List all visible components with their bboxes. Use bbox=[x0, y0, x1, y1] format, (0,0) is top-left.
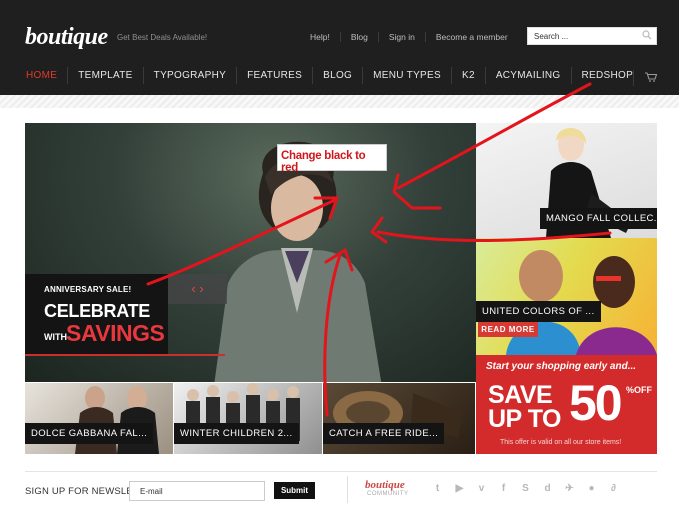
sale-note: This offer is valid on all our store ite… bbox=[500, 439, 622, 446]
nav-item-home[interactable]: HOME bbox=[16, 67, 67, 84]
slider-prev-icon[interactable]: ‹ bbox=[191, 281, 195, 296]
nav-item-template[interactable]: TEMPLATE bbox=[67, 67, 142, 84]
nav-item-k2[interactable]: K2 bbox=[450, 67, 485, 84]
facebook-icon[interactable]: f bbox=[496, 482, 511, 496]
sale-save-text: SAVE UP TO bbox=[488, 381, 562, 433]
promo-underline bbox=[25, 354, 225, 356]
site-logo[interactable]: boutique bbox=[25, 24, 108, 51]
main-nav: HOME TEMPLATE TYPOGRAPHY FEATURES BLOG M… bbox=[16, 67, 643, 84]
thumb-free-ride[interactable]: CATCH A FREE RIDE... bbox=[323, 383, 475, 454]
thumb-dolce-gabbana[interactable]: DOLCE GABBANA FAL... bbox=[25, 383, 173, 454]
bird-icon[interactable]: ✈ bbox=[562, 482, 577, 496]
promo-with: WITH bbox=[44, 332, 67, 342]
top-links: Help! Blog Sign in Become a member bbox=[300, 32, 518, 42]
community-title: boutique bbox=[365, 479, 405, 491]
slider-next-icon[interactable]: › bbox=[199, 281, 203, 296]
footer-divider bbox=[25, 471, 657, 472]
become-member-link[interactable]: Become a member bbox=[424, 32, 518, 42]
sign-in-link[interactable]: Sign in bbox=[377, 32, 425, 42]
digg-icon[interactable]: d bbox=[540, 482, 555, 496]
benetton-models-image bbox=[506, 250, 657, 355]
search-icon[interactable] bbox=[642, 30, 652, 40]
help-link[interactable]: Help! bbox=[300, 32, 340, 42]
promo-headline: CELEBRATE bbox=[44, 301, 150, 321]
nav-item-blog[interactable]: BLOG bbox=[312, 67, 362, 84]
slider-controls[interactable]: ‹ › bbox=[168, 274, 227, 304]
promo-kicker: ANNIVERSARY SALE! bbox=[44, 285, 132, 294]
twitter-icon[interactable]: t bbox=[430, 482, 445, 496]
caption-dolce-gabbana[interactable]: DOLCE GABBANA FAL... bbox=[25, 423, 154, 444]
nav-item-menu-types[interactable]: MENU TYPES bbox=[362, 67, 451, 84]
sale-amount: 50 bbox=[569, 375, 623, 431]
hero-promo-panel: ANNIVERSARY SALE! CELEBRATE WITH SAVINGS bbox=[25, 274, 168, 354]
nav-item-features[interactable]: FEATURES bbox=[236, 67, 312, 84]
sale-banner[interactable]: Start your shopping early and... SAVE UP… bbox=[476, 355, 657, 454]
cart-icon[interactable] bbox=[645, 72, 657, 82]
read-more-button[interactable]: READ MORE bbox=[478, 322, 538, 337]
nav-item-acymailing[interactable]: ACYMAILING bbox=[484, 67, 571, 84]
promo-savings: SAVINGS bbox=[66, 320, 165, 346]
nav-divider bbox=[633, 70, 634, 86]
site-header: boutique Get Best Deals Available! Help!… bbox=[0, 0, 679, 95]
search-input[interactable]: Search ... bbox=[527, 27, 657, 45]
site-tagline: Get Best Deals Available! bbox=[117, 33, 208, 42]
sale-upto: UP TO bbox=[488, 405, 562, 433]
caption-mango[interactable]: MANGO FALL COLLEC... bbox=[540, 208, 657, 229]
footer-vertical-divider bbox=[347, 476, 348, 503]
caption-free-ride[interactable]: CATCH A FREE RIDE... bbox=[323, 423, 445, 444]
nav-item-typography[interactable]: TYPOGRAPHY bbox=[142, 67, 236, 84]
caption-benetton[interactable]: UNITED COLORS OF ... bbox=[476, 301, 601, 322]
vimeo-icon[interactable]: v bbox=[474, 482, 489, 496]
header-stripe bbox=[0, 95, 679, 108]
social-icons: t ▶ v f S d ✈ ● ∂ bbox=[430, 482, 621, 496]
newsletter-email-field[interactable]: E-mail bbox=[129, 481, 265, 501]
annotation-note: Change black to red bbox=[277, 144, 387, 174]
thumb-winter-children[interactable]: WINTER CHILDREN 2... bbox=[174, 383, 322, 454]
sale-tagline: Start your shopping early and... bbox=[486, 361, 637, 372]
youtube-icon[interactable]: ▶ bbox=[452, 482, 467, 496]
newsletter-submit-button[interactable]: Submit bbox=[274, 482, 315, 499]
community-subtitle: COMMUNITY bbox=[367, 491, 409, 497]
side-banner-benetton[interactable]: UNITED COLORS OF ... bbox=[476, 238, 657, 355]
delicious-icon[interactable]: ∂ bbox=[606, 482, 621, 496]
skype-icon[interactable]: S bbox=[518, 482, 533, 496]
blog-link[interactable]: Blog bbox=[339, 32, 378, 42]
caption-winter-children[interactable]: WINTER CHILDREN 2... bbox=[174, 423, 299, 444]
sale-percent-off: %OFF bbox=[626, 385, 652, 395]
community-logo[interactable]: boutique COMMUNITY bbox=[365, 479, 409, 497]
chat-icon[interactable]: ● bbox=[584, 482, 599, 496]
side-banner-mango[interactable]: MANGO FALL COLLEC... bbox=[476, 123, 657, 238]
sale-save: SAVE bbox=[488, 381, 553, 409]
